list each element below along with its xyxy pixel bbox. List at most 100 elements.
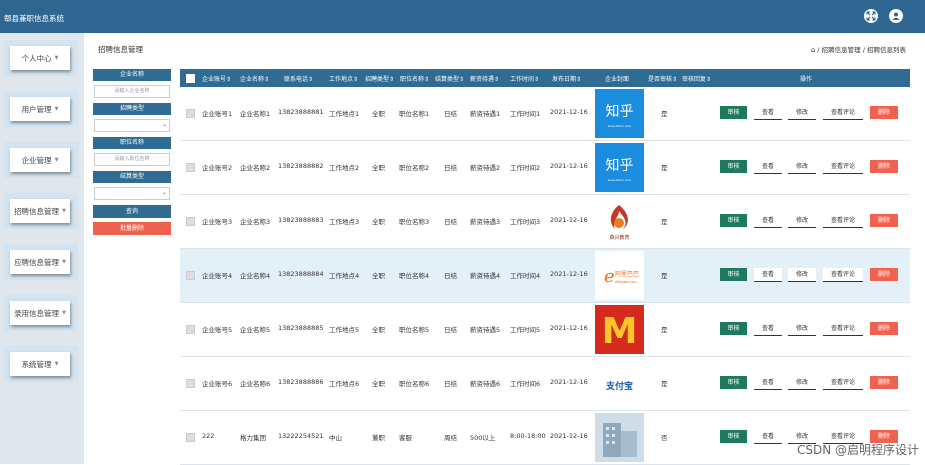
select-all-checkbox[interactable] [186, 74, 195, 83]
svg-text:知乎: 知乎 [606, 157, 634, 174]
view-comments-button[interactable]: 查看评论 [823, 160, 863, 174]
col-header[interactable]: 联系电话⇕ [284, 74, 313, 83]
company-name-input[interactable]: 请输入企业名称 [94, 85, 170, 98]
table-row[interactable]: 企业账号1 企业名称1 13823888881 工作地点1 全职 职位名称1 日结 薪资待遇1… [180, 87, 910, 141]
audit-button[interactable]: 审核 [720, 214, 747, 227]
batch-delete-button[interactable]: 批量删除 [93, 222, 171, 235]
view-button[interactable]: 查看 [754, 376, 782, 390]
col-header: 操作 [800, 76, 813, 83]
edit-button[interactable]: 修改 [788, 268, 816, 282]
col-header[interactable]: 薪资待遇⇕ [470, 74, 499, 83]
sidebar-item-personal-center[interactable]: 个人中心 ▼ [4, 40, 78, 76]
top-bar: 郫县兼职信息系统 [0, 0, 925, 33]
delete-button[interactable]: 删除 [870, 214, 898, 227]
col-header[interactable]: 是否审核⇕ [648, 74, 677, 83]
delete-button[interactable]: 删除 [870, 106, 898, 119]
edit-button[interactable]: 修改 [788, 322, 816, 336]
delete-button[interactable]: 删除 [870, 160, 898, 173]
table-header: 企业账号⇕ 企业名称⇕ 联系电话⇕ 工作地点⇕ 招聘类型⇕ 职位名称⇕ 结算类型… [180, 69, 910, 87]
view-button[interactable]: 查看 [754, 268, 782, 282]
col-header[interactable]: 职位名称⇕ [400, 74, 429, 83]
row-checkbox[interactable] [186, 109, 195, 118]
audit-button[interactable]: 审核 [720, 376, 747, 389]
delete-button[interactable]: 删除 [870, 376, 898, 389]
col-header[interactable]: 工作时间⇕ [510, 74, 539, 83]
sidebar-item-label: 录用信息管理 [14, 308, 60, 318]
row-checkbox[interactable] [186, 325, 195, 334]
position-name-input[interactable]: 请输入职位名称 [94, 153, 170, 166]
col-header[interactable]: 招聘类型⇕ [365, 74, 394, 83]
view-button[interactable]: 查看 [754, 430, 782, 444]
sidebar-item-user-management[interactable]: 用户管理 ▼ [4, 91, 78, 127]
row-checkbox[interactable] [186, 163, 195, 172]
view-comments-button[interactable]: 查看评论 [823, 376, 863, 390]
cell-hours: 工作时间3 [510, 218, 541, 226]
edit-button[interactable]: 修改 [788, 214, 816, 228]
row-checkbox[interactable] [186, 433, 195, 442]
edit-button[interactable]: 修改 [788, 376, 816, 390]
sidebar-item-system-management[interactable]: 系统管理 ▼ [4, 346, 78, 382]
sidebar-item-recruitment-management[interactable]: 招聘信息管理 ▼ [4, 193, 78, 229]
cell-hours: 工作时间2 [510, 164, 541, 172]
view-comments-button[interactable]: 查看评论 [823, 214, 863, 228]
delete-button[interactable]: 删除 [870, 268, 898, 281]
col-header[interactable]: 发布日期⇕ [552, 74, 581, 83]
view-button[interactable]: 查看 [754, 106, 782, 120]
cell-audited: 是 [661, 218, 668, 226]
audit-button[interactable]: 审核 [720, 322, 747, 335]
sidebar-item-application-management[interactable]: 应聘信息管理 ▼ [4, 244, 78, 280]
settle-type-select[interactable]: ⌄ [94, 187, 170, 200]
audit-button[interactable]: 审核 [720, 268, 747, 281]
edit-button[interactable]: 修改 [788, 160, 816, 174]
cell-name: 企业名称2 [240, 164, 271, 172]
search-button[interactable]: 查询 [93, 205, 171, 218]
row-checkbox[interactable] [186, 379, 195, 388]
cell-type: 全职 [372, 164, 385, 172]
view-comments-button[interactable]: 查看评论 [823, 106, 863, 120]
cell-phone: 13823888883 [278, 216, 324, 224]
chevron-down-icon: ▼ [54, 361, 59, 367]
cell-account: 222 [202, 432, 215, 440]
home-icon[interactable]: ⌂ [811, 46, 815, 54]
expand-icon [866, 11, 876, 21]
table-row[interactable]: 企业账号4 企业名称4 13823888884 工作地点4 全职 职位名称4 日结 薪资待遇4… [180, 249, 910, 303]
cell-audited: 是 [661, 110, 668, 118]
row-checkbox[interactable] [186, 271, 195, 280]
sidebar-item-company-management[interactable]: 企业管理 ▼ [4, 142, 78, 178]
page-title: 招聘信息管理 [98, 45, 143, 54]
edit-button[interactable]: 修改 [788, 106, 816, 120]
cell-date: 2021-12-16 [550, 432, 588, 440]
view-button[interactable]: 查看 [754, 214, 782, 228]
cell-position: 职位名称2 [399, 164, 430, 172]
delete-button[interactable]: 删除 [870, 322, 898, 335]
cell-type: 全职 [372, 380, 385, 388]
col-header[interactable]: 结算类型⇕ [435, 74, 464, 83]
fullscreen-button[interactable] [864, 9, 878, 23]
row-checkbox[interactable] [186, 217, 195, 226]
col-header[interactable]: 工作地点⇕ [329, 74, 358, 83]
job-type-select[interactable]: ⌄ [94, 119, 170, 132]
view-comments-button[interactable]: 查看评论 [823, 322, 863, 336]
view-comments-button[interactable]: 查看评论 [823, 268, 863, 282]
col-header[interactable]: 企业账号⇕ [202, 74, 231, 83]
cell-phone: 13823888885 [278, 324, 324, 332]
audit-button[interactable]: 审核 [720, 160, 747, 173]
audit-button[interactable]: 审核 [720, 430, 747, 443]
table-row[interactable]: 企业账号3 企业名称3 13823888883 工作地点3 全职 职位名称3 日结 薪资待遇3… [180, 195, 910, 249]
table-row[interactable]: 企业账号6 企业名称6 13823888886 工作地点6 全职 职位名称6 日结 薪资待遇6… [180, 357, 910, 411]
cell-phone: 13222254521 [278, 432, 324, 440]
table-row[interactable]: 企业账号5 企业名称5 13823888885 工作地点5 全职 职位名称5 日结 薪资待遇5… [180, 303, 910, 357]
sidebar-item-hiring-management[interactable]: 录用信息管理 ▼ [4, 295, 78, 331]
view-button[interactable]: 查看 [754, 160, 782, 174]
svg-text:www.zhihu.com: www.zhihu.com [608, 124, 632, 128]
breadcrumb-text: / 招聘信息管理 / 招聘信息列表 [817, 46, 906, 54]
audit-button[interactable]: 审核 [720, 106, 747, 119]
company-name-label: 企业名称 [93, 69, 171, 81]
col-header[interactable]: 审核回复⇕ [682, 74, 711, 83]
view-button[interactable]: 查看 [754, 322, 782, 336]
col-header[interactable]: 企业名称⇕ [240, 74, 269, 83]
table-body: 企业账号1 企业名称1 13823888881 工作地点1 全职 职位名称1 日结 薪资待遇1… [180, 87, 910, 465]
user-avatar-button[interactable] [889, 9, 903, 23]
table-row[interactable]: 企业账号2 企业名称2 13823888882 工作地点2 全职 职位名称2 日结 薪资待遇2… [180, 141, 910, 195]
cell-salary: 薪资待遇5 [470, 326, 501, 334]
